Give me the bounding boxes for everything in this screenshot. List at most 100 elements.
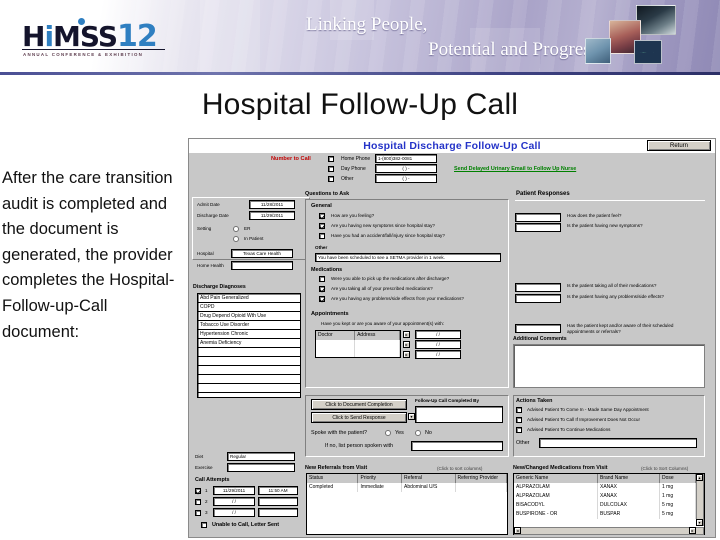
list-item[interactable]: Tobacco Use Disorder (198, 321, 300, 330)
list-item[interactable] (198, 348, 300, 357)
hospital-label: Hospital (197, 251, 214, 256)
additional-comments-textarea[interactable] (513, 344, 705, 388)
exercise-field[interactable] (227, 463, 295, 472)
question-accident-checkbox[interactable] (319, 233, 325, 239)
call-attempt-2-checkbox[interactable] (195, 499, 201, 505)
response-appointments-label: Has the patient kept and/or aware of the… (567, 323, 674, 334)
diet-field[interactable]: Regular (227, 452, 295, 461)
setting-inpatient-radio[interactable] (233, 236, 239, 242)
call-attempt-1-time[interactable]: 11:50 AM (258, 486, 298, 495)
response-feel-field[interactable] (515, 213, 561, 222)
appointments-grid[interactable]: Doctor Address (315, 330, 401, 358)
scroll-up-icon[interactable]: ▴ (696, 474, 703, 481)
list-item[interactable]: Hypertension Chronic (198, 330, 300, 339)
action-continue-meds-checkbox[interactable] (516, 427, 522, 433)
appointment-arrow-icon-3[interactable]: ▸ (403, 351, 410, 358)
list-item[interactable]: Abd Pain Generalized (198, 294, 300, 303)
discharge-diagnoses-list[interactable]: Abd Pain Generalized COPD Drug Depend Op… (197, 293, 301, 398)
table-row[interactable]: BUSPIRONE - OR BUSPAR 5 mg (514, 510, 704, 519)
setting-er-radio[interactable] (233, 226, 239, 232)
response-meds-field[interactable] (515, 283, 561, 292)
scroll-right-icon[interactable]: ▸ (689, 527, 696, 534)
table-row[interactable]: BISACODYL DULCOLAX 5 mg (514, 501, 704, 510)
table-row[interactable] (316, 349, 400, 357)
response-appointments-field[interactable] (515, 324, 561, 333)
home-phone-field[interactable]: 1-(800)382-0081 (375, 154, 437, 163)
cell-referring-provider (456, 483, 507, 492)
action-come-in-checkbox[interactable] (516, 407, 522, 413)
hospital-field[interactable]: Texas Care Health (231, 249, 293, 258)
actions-other-field[interactable] (539, 438, 697, 448)
call-attempt-1-checkbox[interactable] (195, 488, 201, 494)
appointment-arrow-icon-1[interactable]: ▸ (403, 331, 410, 338)
other-phone-checkbox[interactable] (328, 176, 334, 182)
scroll-down-icon[interactable]: ▾ (696, 519, 703, 526)
call-attempt-3-date[interactable]: / / (213, 508, 255, 517)
question-side-effects-checkbox[interactable] (319, 296, 325, 302)
appointment-arrow-icon-2[interactable]: ▸ (403, 341, 410, 348)
call-attempt-3-checkbox[interactable] (195, 510, 201, 516)
list-item[interactable] (198, 384, 300, 393)
admit-date-field[interactable]: 11/28/2011 (249, 200, 295, 209)
cell-referral: Abdominal U/S (402, 483, 456, 492)
col-dose: Dose (660, 474, 696, 483)
discharge-date-field[interactable]: 11/29/2011 (249, 211, 295, 220)
medications-table[interactable]: Generic Name Brand Name Dose ALPRAZOLAM … (513, 473, 705, 535)
question-new-symptoms-checkbox[interactable] (319, 223, 325, 229)
cell-dose: 1 mg (660, 483, 696, 492)
document-completion-button[interactable]: Click to Document Completion (311, 399, 407, 410)
unable-to-call-checkbox[interactable] (201, 522, 207, 528)
call-attempt-2-time[interactable] (258, 497, 298, 506)
table-row[interactable]: ALPRAZOLAM XANAX 1 mg (514, 483, 704, 492)
home-phone-checkbox[interactable] (328, 156, 334, 162)
list-item[interactable]: COPD (198, 303, 300, 312)
referrals-table[interactable]: Status Priority Referral Referring Provi… (306, 473, 508, 535)
list-item[interactable] (198, 375, 300, 384)
list-item[interactable]: Drug Depend Opioid Wth Use (198, 312, 300, 321)
if-no-person-field[interactable] (411, 441, 503, 451)
appointment-date-2[interactable]: / / (415, 340, 461, 349)
completed-by-field[interactable] (415, 406, 503, 423)
appointment-date-3[interactable]: / / (415, 350, 461, 359)
call-attempt-2-date[interactable]: / / (213, 497, 255, 506)
question-feeling-checkbox[interactable] (319, 213, 325, 219)
col-priority: Priority (358, 474, 403, 483)
home-health-field[interactable] (231, 261, 293, 270)
call-attempt-3-time[interactable] (258, 508, 298, 517)
response-symptoms-field[interactable] (515, 223, 561, 232)
banner-tagline: Linking People, Potential and Progress (300, 12, 600, 62)
list-item[interactable]: Anemia Deficiency (198, 339, 300, 348)
appointment-date-1[interactable]: / / (415, 330, 461, 339)
cell-brand-name: DULCOLAX (598, 501, 660, 510)
table-row[interactable]: ALPRAZOLAM XANAX 1 mg (514, 492, 704, 501)
completed-by-arrow-icon[interactable]: ▾ (408, 413, 415, 420)
table-row[interactable]: Completed Immediate Abdominal U/S (307, 483, 507, 492)
other-phone-field[interactable]: ( ) - (375, 174, 437, 183)
ekg-waveform-icon (635, 52, 661, 53)
day-phone-checkbox[interactable] (328, 166, 334, 172)
home-phone-label: Home Phone (341, 156, 371, 162)
app-title: Hospital Discharge Follow-Up Call (363, 140, 541, 152)
spoke-yes-radio[interactable] (385, 430, 391, 436)
list-item[interactable] (198, 357, 300, 366)
general-other-field[interactable]: You have been scheduled to see a SETMA p… (315, 253, 501, 262)
logo-subtitle: ANNUAL CONFERENCE & EXHIBITION (23, 52, 144, 57)
medications-table-hscrollbar[interactable] (514, 527, 704, 535)
table-row[interactable] (316, 340, 400, 349)
call-attempt-3-number: 3 (205, 510, 208, 515)
tagline-line-2: Potential and Progress (428, 39, 598, 60)
spoke-no-radio[interactable] (415, 430, 421, 436)
question-taking-meds-checkbox[interactable] (319, 286, 325, 292)
send-response-button[interactable]: Click to Send Response (311, 412, 407, 423)
unable-to-call-label: Unable to Call, Letter Sent (212, 522, 280, 528)
scroll-left-icon[interactable]: ◂ (514, 527, 521, 534)
day-phone-field[interactable]: ( ) - (375, 164, 437, 173)
return-button[interactable]: Return (647, 140, 711, 151)
list-item[interactable] (198, 366, 300, 375)
send-delayed-urinary-email-link[interactable]: Send Delayed Urinary Email to Follow Up … (454, 166, 576, 172)
completed-by-label: Follow-Up Call Completed By (415, 398, 480, 403)
question-pickup-meds-checkbox[interactable] (319, 276, 325, 282)
response-side-effects-field[interactable] (515, 294, 561, 303)
call-attempt-1-date[interactable]: 11/29/2011 (213, 486, 255, 495)
action-call-if-no-improvement-checkbox[interactable] (516, 417, 522, 423)
